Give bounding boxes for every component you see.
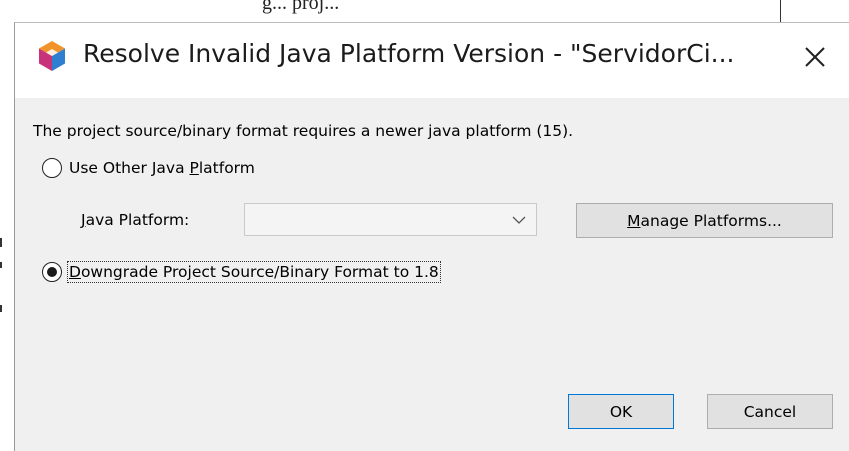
background-window-text: g... proj...	[262, 0, 340, 14]
background-edge-mark	[0, 305, 2, 312]
radio-button[interactable]	[42, 158, 62, 178]
cancel-button[interactable]: Cancel	[707, 394, 833, 429]
ok-button[interactable]: OK	[568, 394, 674, 429]
background-edge-mark	[0, 262, 2, 268]
background-edge-mark	[0, 238, 2, 247]
netbeans-cube-icon	[39, 41, 65, 71]
radio-button[interactable]	[42, 262, 62, 282]
manage-platforms-button[interactable]: Manage Platforms...	[576, 203, 833, 238]
radio-label-use-other-platform: Use Other Java Platform	[69, 159, 255, 177]
message-text: The project source/binary format require…	[33, 122, 574, 140]
close-icon[interactable]	[797, 39, 833, 75]
title-bar[interactable]: Resolve Invalid Java Platform Version - …	[15, 23, 849, 98]
java-platform-label: Java Platform:	[81, 211, 190, 229]
resolve-platform-dialog: Resolve Invalid Java Platform Version - …	[14, 22, 849, 451]
dialog-title: Resolve Invalid Java Platform Version - …	[83, 39, 735, 68]
chevron-down-icon	[512, 216, 526, 224]
radio-label-downgrade-format: Downgrade Project Source/Binary Format t…	[67, 261, 441, 283]
java-platform-dropdown[interactable]	[244, 203, 537, 236]
radio-downgrade-format[interactable]: Downgrade Project Source/Binary Format t…	[42, 261, 441, 283]
radio-use-other-platform[interactable]: Use Other Java Platform	[42, 158, 255, 178]
background-edge-mark	[780, 0, 781, 22]
radio-selected-dot	[47, 267, 57, 277]
